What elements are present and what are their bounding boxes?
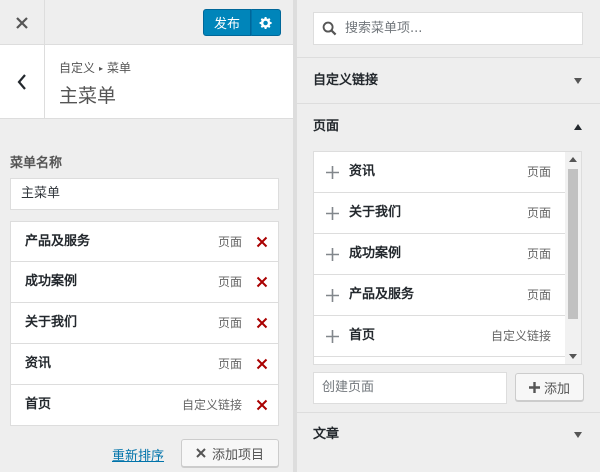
delete-icon[interactable] xyxy=(256,317,268,329)
scroll-up-icon[interactable] xyxy=(569,157,577,162)
close-button[interactable] xyxy=(0,0,45,45)
delete-icon[interactable] xyxy=(256,276,268,288)
publish-button[interactable]: 发布 xyxy=(203,9,251,36)
breadcrumb-current: 菜单 xyxy=(107,61,132,75)
close-icon xyxy=(16,16,28,29)
delete-icon[interactable] xyxy=(256,358,268,370)
scrollbar-thumb[interactable] xyxy=(568,169,578,319)
available-item-type: 页面 xyxy=(526,288,551,302)
available-item[interactable]: 产品及服务 页面 xyxy=(314,275,566,316)
publish-settings-button[interactable] xyxy=(251,9,281,36)
plus-icon xyxy=(326,166,339,179)
available-items-panel: 搜索菜单项... 自定义链接 页面 资讯 页面 关于我们 页面 成功案例 页面 xyxy=(293,0,600,472)
chevron-down-icon xyxy=(574,432,582,438)
menu-item-type: 页面 xyxy=(217,275,242,289)
delete-icon[interactable] xyxy=(256,399,268,411)
breadcrumb: 自定义 ▸ 菜单 xyxy=(59,59,131,76)
add-items-button[interactable]: 添加项目 xyxy=(181,439,279,467)
menu-item[interactable]: 产品及服务 页面 xyxy=(10,221,279,262)
scrollbar[interactable] xyxy=(565,152,581,364)
pages-section-body: 资讯 页面 关于我们 页面 成功案例 页面 产品及服务 页面 首页 自定义链接 … xyxy=(297,149,600,414)
menu-item-type: 页面 xyxy=(217,235,242,249)
plus-icon xyxy=(326,248,339,261)
menu-name-field[interactable]: 主菜单 xyxy=(10,178,279,210)
section-custom-links[interactable]: 自定义链接 xyxy=(297,57,600,103)
gear-icon xyxy=(259,16,272,29)
customizer-sidebar: 发布 自定义 ▸ 菜单 主菜单 菜单名称 主菜单 产品及服务 页面 成功案例 页面 xyxy=(0,0,293,472)
menu-item-title: 关于我们 xyxy=(25,315,78,330)
add-items-label: 添加项目 xyxy=(211,447,264,463)
section-pages[interactable]: 页面 xyxy=(297,103,600,149)
menu-item[interactable]: 成功案例 页面 xyxy=(10,262,279,303)
reorder-link[interactable]: 重新排序 xyxy=(112,445,164,464)
search-icon xyxy=(322,21,337,36)
plus-icon xyxy=(326,330,339,343)
new-page-field[interactable]: 创建页面 xyxy=(313,372,507,404)
available-item[interactable]: 成功案例 页面 xyxy=(314,234,566,275)
plus-icon xyxy=(528,381,540,393)
available-item-type: 页面 xyxy=(526,165,551,179)
chevron-left-icon xyxy=(17,73,26,90)
back-button[interactable] xyxy=(0,45,45,118)
plus-icon xyxy=(326,289,339,302)
menu-item-type: 自定义链接 xyxy=(181,398,242,412)
available-item-title: 成功案例 xyxy=(349,246,402,261)
menu-name-label: 菜单名称 xyxy=(10,156,63,171)
available-item[interactable]: 资讯 页面 xyxy=(314,152,566,193)
add-page-label: 添加 xyxy=(543,381,570,397)
delete-icon[interactable] xyxy=(256,236,268,248)
section-posts[interactable]: 文章 xyxy=(297,412,600,472)
menu-item-title: 首页 xyxy=(25,397,52,412)
chevron-down-icon xyxy=(574,78,582,84)
menu-item-title: 成功案例 xyxy=(25,274,78,289)
menu-item-type: 页面 xyxy=(217,316,242,330)
section-title: 页面 xyxy=(313,119,340,134)
plus-icon xyxy=(326,207,339,220)
breadcrumb-separator-icon: ▸ xyxy=(99,64,104,73)
menu-item[interactable]: 资讯 页面 xyxy=(10,344,279,385)
menu-item[interactable]: 首页 自定义链接 xyxy=(10,385,279,426)
available-item-type: 页面 xyxy=(526,247,551,261)
close-icon xyxy=(196,448,206,458)
page-title: 主菜单 xyxy=(59,85,117,107)
search-input[interactable]: 搜索菜单项... xyxy=(313,12,583,45)
menu-item-title: 资讯 xyxy=(25,356,52,371)
available-item-type: 页面 xyxy=(526,206,551,220)
menu-item-list: 产品及服务 页面 成功案例 页面 关于我们 页面 资讯 页面 首页 自定义链接 xyxy=(10,221,279,426)
available-pages-list: 资讯 页面 关于我们 页面 成功案例 页面 产品及服务 页面 首页 自定义链接 xyxy=(313,151,582,365)
menu-item-title: 产品及服务 xyxy=(25,234,91,249)
available-item[interactable]: 关于我们 页面 xyxy=(314,193,566,234)
menu-item[interactable]: 关于我们 页面 xyxy=(10,303,279,344)
available-item-title: 产品及服务 xyxy=(349,287,415,302)
available-item[interactable]: 首页 自定义链接 xyxy=(314,316,566,357)
top-bar: 发布 xyxy=(0,0,293,45)
scroll-down-icon[interactable] xyxy=(569,354,577,359)
available-item-title: 关于我们 xyxy=(349,205,402,220)
available-item-type: 自定义链接 xyxy=(490,329,551,343)
breadcrumb-parent: 自定义 xyxy=(59,61,96,75)
chevron-up-icon xyxy=(574,124,582,130)
available-item-title: 首页 xyxy=(349,328,376,343)
available-item-title: 资讯 xyxy=(349,164,376,179)
panel-header: 自定义 ▸ 菜单 主菜单 xyxy=(0,45,293,119)
section-title: 文章 xyxy=(313,427,340,442)
section-title: 自定义链接 xyxy=(313,73,379,88)
menu-item-type: 页面 xyxy=(217,357,242,371)
add-page-button[interactable]: 添加 xyxy=(515,373,584,401)
search-placeholder: 搜索菜单项... xyxy=(345,21,423,36)
